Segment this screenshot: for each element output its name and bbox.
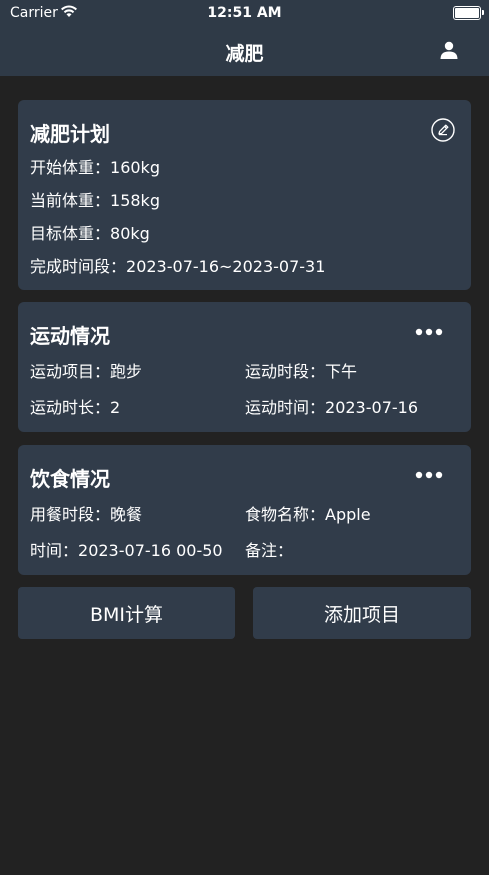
exercise-item-label: 运动项目： bbox=[30, 362, 111, 381]
exercise-card-title: 运动情况 bbox=[30, 324, 110, 348]
meal-time-label: 时间： bbox=[30, 541, 79, 560]
period-row: 完成时间段：2023-07-16~2023-07-31 bbox=[30, 253, 325, 277]
page-title: 减肥 bbox=[225, 43, 264, 65]
meal-time-row: 时间：2023-07-16 00-50 bbox=[30, 537, 223, 561]
exercise-period-row: 运动时段：下午 bbox=[245, 358, 357, 382]
target-weight-value: 80kg bbox=[110, 224, 150, 243]
start-weight-value: 160kg bbox=[110, 158, 160, 177]
status-bar: Carrier 12:51 AM bbox=[0, 0, 489, 26]
pencil-circle-icon[interactable] bbox=[431, 118, 455, 142]
exercise-item-value: 跑步 bbox=[110, 362, 143, 381]
exercise-period-value: 下午 bbox=[325, 362, 358, 381]
add-item-button[interactable]: 添加项目 bbox=[253, 587, 471, 639]
period-value: 2023-07-16~2023-07-31 bbox=[126, 257, 326, 276]
ellipsis-icon[interactable] bbox=[415, 328, 443, 336]
exercise-card: 运动情况 运动项目：跑步 运动时段：下午 运动时长：2 运动时间：2023-07… bbox=[18, 302, 471, 432]
diet-card-title: 饮食情况 bbox=[30, 467, 110, 491]
exercise-duration-label: 运动时长： bbox=[30, 398, 111, 417]
note-label: 备注： bbox=[245, 541, 294, 560]
exercise-item-row: 运动项目：跑步 bbox=[30, 358, 142, 382]
start-weight-row: 开始体重：160kg bbox=[30, 154, 160, 178]
diet-card: 饮食情况 用餐时段：晚餐 食物名称：Apple 时间：2023-07-16 00… bbox=[18, 445, 471, 575]
food-name-row: 食物名称：Apple bbox=[245, 501, 371, 525]
meal-period-label: 用餐时段： bbox=[30, 505, 111, 524]
person-icon[interactable] bbox=[439, 40, 459, 60]
nav-bar: 减肥 bbox=[0, 26, 489, 76]
ellipsis-icon[interactable] bbox=[415, 471, 443, 479]
meal-period-value: 晚餐 bbox=[110, 505, 143, 524]
plan-card: 减肥计划 开始体重：160kg 当前体重：158kg 目标体重：80kg 完成时… bbox=[18, 100, 471, 290]
bmi-button[interactable]: BMI计算 bbox=[18, 587, 235, 639]
start-weight-label: 开始体重： bbox=[30, 158, 111, 177]
status-time: 12:51 AM bbox=[207, 5, 282, 21]
note-row: 备注： bbox=[245, 537, 293, 561]
exercise-date-label: 运动时间： bbox=[245, 398, 326, 417]
exercise-duration-row: 运动时长：2 bbox=[30, 394, 120, 418]
battery-icon bbox=[453, 6, 484, 20]
current-weight-row: 当前体重：158kg bbox=[30, 187, 160, 211]
meal-time-value: 2023-07-16 00-50 bbox=[78, 541, 223, 560]
exercise-duration-value: 2 bbox=[110, 398, 121, 417]
plan-card-title: 减肥计划 bbox=[30, 122, 110, 146]
target-weight-row: 目标体重：80kg bbox=[30, 220, 150, 244]
food-name-label: 食物名称： bbox=[245, 505, 326, 524]
current-weight-value: 158kg bbox=[110, 191, 160, 210]
meal-period-row: 用餐时段：晚餐 bbox=[30, 501, 142, 525]
exercise-date-row: 运动时间：2023-07-16 bbox=[245, 394, 418, 418]
exercise-period-label: 运动时段： bbox=[245, 362, 326, 381]
period-label: 完成时间段： bbox=[30, 257, 127, 276]
target-weight-label: 目标体重： bbox=[30, 224, 111, 243]
current-weight-label: 当前体重： bbox=[30, 191, 111, 210]
exercise-date-value: 2023-07-16 bbox=[325, 398, 418, 417]
food-name-value: Apple bbox=[325, 505, 371, 524]
